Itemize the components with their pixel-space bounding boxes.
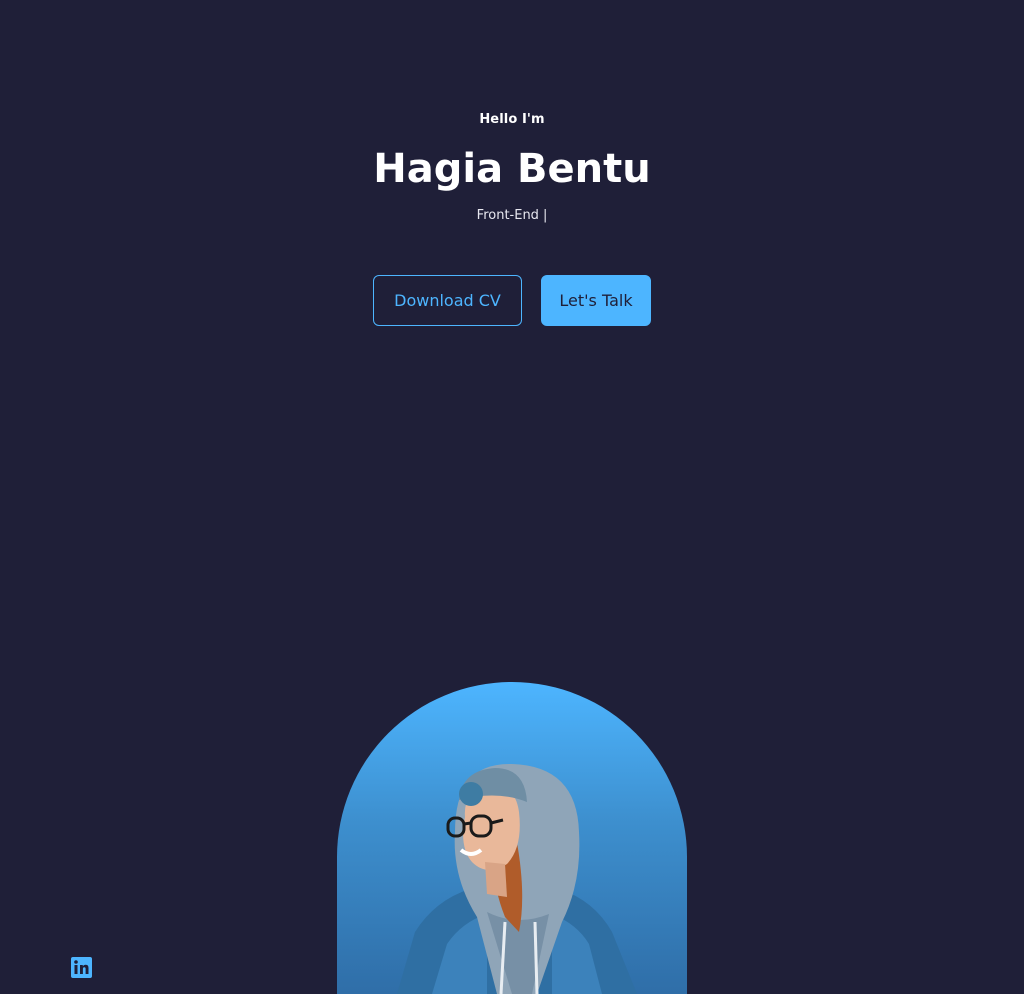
linkedin-icon[interactable] — [71, 957, 92, 978]
lets-talk-button[interactable]: Let's Talk — [541, 275, 651, 326]
greeting-text: Hello I'm — [479, 112, 545, 127]
hero-role: Front-End | — [0, 208, 1024, 223]
hero-name: Hagia Bentu — [373, 146, 651, 192]
download-cv-button[interactable]: Download CV — [373, 275, 522, 326]
typing-cursor: | — [542, 208, 548, 223]
role-text: Front-End — [476, 208, 539, 223]
profile-photo-frame — [337, 682, 687, 994]
profile-photo — [397, 763, 637, 994]
home-page: Hello I'm Hagia Bentu Front-End | Downloa… — [0, 0, 1024, 994]
cta-buttons: Download CV Let's Talk — [0, 275, 1024, 326]
